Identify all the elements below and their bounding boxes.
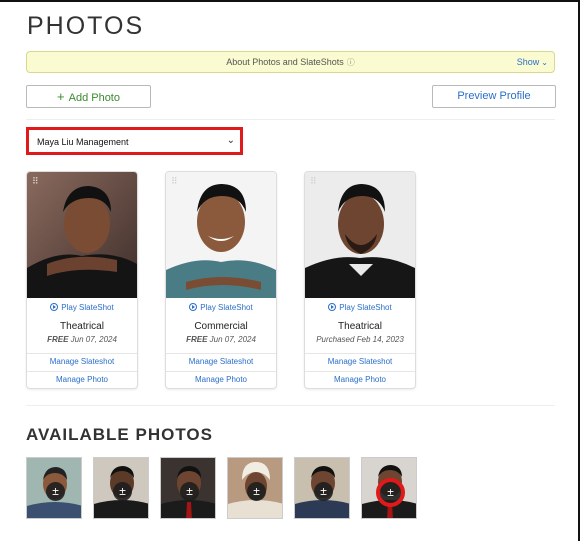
info-bar-label: About Photos and SlateShots <box>226 57 344 67</box>
divider <box>26 405 555 406</box>
play-slateshot-link[interactable]: Play SlateShot <box>166 303 276 312</box>
play-slateshot-link[interactable]: Play SlateShot <box>27 303 137 312</box>
available-photo-thumb[interactable]: ± <box>93 457 149 519</box>
divider <box>166 353 276 354</box>
divider <box>166 371 276 372</box>
manage-photo-link[interactable]: Manage Photo <box>27 375 137 384</box>
chevron-down-icon: ⌄ <box>226 135 235 146</box>
available-photo-thumb[interactable]: ± <box>294 457 350 519</box>
headshot-image <box>305 172 415 298</box>
divider <box>305 353 415 354</box>
plus-icon: + <box>57 89 65 104</box>
date-prefix: FREE <box>186 335 208 344</box>
play-icon <box>328 303 337 311</box>
date-text: Purchased Feb 14, 2023 <box>316 335 404 344</box>
photo-card: ⠿ Play SlateShot Theatrical FREE Jun 07,… <box>26 171 138 389</box>
add-remove-toggle-icon[interactable]: ± <box>376 478 405 507</box>
photo-type: Theatrical <box>60 321 104 332</box>
info-bar: About Photos and SlateShots ⓘ Show ⌄ <box>26 51 555 73</box>
photo-card: ⠿ Play SlateShot Theatrical Purchased Fe… <box>304 171 416 389</box>
manage-slateshot-link[interactable]: Manage Slateshot <box>305 357 415 366</box>
play-icon <box>50 303 59 311</box>
show-label: Show <box>516 57 540 67</box>
info-bar-text: About Photos and SlateShots ⓘ <box>27 57 554 68</box>
divider <box>305 371 415 372</box>
photo-date: Purchased Feb 14, 2023 <box>305 335 415 344</box>
photo-type: Theatrical <box>338 321 382 332</box>
photo-date: FREE Jun 07, 2024 <box>166 335 276 344</box>
add-remove-toggle-icon[interactable]: ± <box>314 482 333 501</box>
add-photo-button[interactable]: + Add Photo <box>26 85 151 108</box>
agency-select-value: Maya Liu Management <box>37 137 129 147</box>
manage-photo-link[interactable]: Manage Photo <box>166 375 276 384</box>
date-text: Jun 07, 2024 <box>209 335 256 344</box>
add-remove-toggle-icon[interactable]: ± <box>247 482 266 501</box>
info-icon: ⓘ <box>346 58 355 67</box>
available-photo-thumb[interactable]: ± <box>26 457 82 519</box>
divider <box>27 353 137 354</box>
add-remove-toggle-icon[interactable]: ± <box>180 482 199 501</box>
photo-card: ⠿ Play SlateShot Commercial FREE Jun 07,… <box>165 171 277 389</box>
chevron-down-icon: ⌄ <box>541 58 548 67</box>
add-remove-toggle-icon[interactable]: ± <box>113 482 132 501</box>
show-toggle[interactable]: Show ⌄ <box>517 57 548 67</box>
play-slateshot-label: Play SlateShot <box>200 303 253 312</box>
play-slateshot-link[interactable]: Play SlateShot <box>305 303 415 312</box>
photo-type: Commercial <box>194 321 248 332</box>
date-prefix: FREE <box>47 335 69 344</box>
photo-date: FREE Jun 07, 2024 <box>27 335 137 344</box>
manage-photo-link[interactable]: Manage Photo <box>305 375 415 384</box>
drag-handle-icon[interactable]: ⠿ <box>310 176 317 187</box>
available-photos-title: AVAILABLE PHOTOS <box>26 425 213 444</box>
headshot-photo[interactable]: ⠿ <box>27 172 137 298</box>
headshot-photo[interactable]: ⠿ <box>166 172 276 298</box>
play-icon <box>189 303 198 311</box>
page-title: PHOTOS <box>27 12 145 40</box>
window-top-border <box>0 0 580 2</box>
available-photo-thumb[interactable]: ± <box>361 457 417 519</box>
preview-profile-button[interactable]: Preview Profile <box>432 85 556 108</box>
manage-slateshot-link[interactable]: Manage Slateshot <box>166 357 276 366</box>
play-slateshot-label: Play SlateShot <box>61 303 114 312</box>
headshot-image <box>166 172 276 298</box>
available-photo-thumb[interactable]: ± <box>227 457 283 519</box>
divider <box>27 371 137 372</box>
manage-slateshot-link[interactable]: Manage Slateshot <box>27 357 137 366</box>
headshot-image <box>27 172 137 298</box>
date-text: Jun 07, 2024 <box>70 335 117 344</box>
add-photo-label: Add Photo <box>68 92 120 104</box>
drag-handle-icon[interactable]: ⠿ <box>32 176 39 187</box>
headshot-photo[interactable]: ⠿ <box>305 172 415 298</box>
drag-handle-icon[interactable]: ⠿ <box>171 176 178 187</box>
add-remove-toggle-icon[interactable]: ± <box>46 482 65 501</box>
available-photo-thumb[interactable]: ± <box>160 457 216 519</box>
agency-select[interactable]: Maya Liu Management ⌄ <box>26 127 243 155</box>
divider <box>26 119 555 120</box>
play-slateshot-label: Play SlateShot <box>339 303 392 312</box>
